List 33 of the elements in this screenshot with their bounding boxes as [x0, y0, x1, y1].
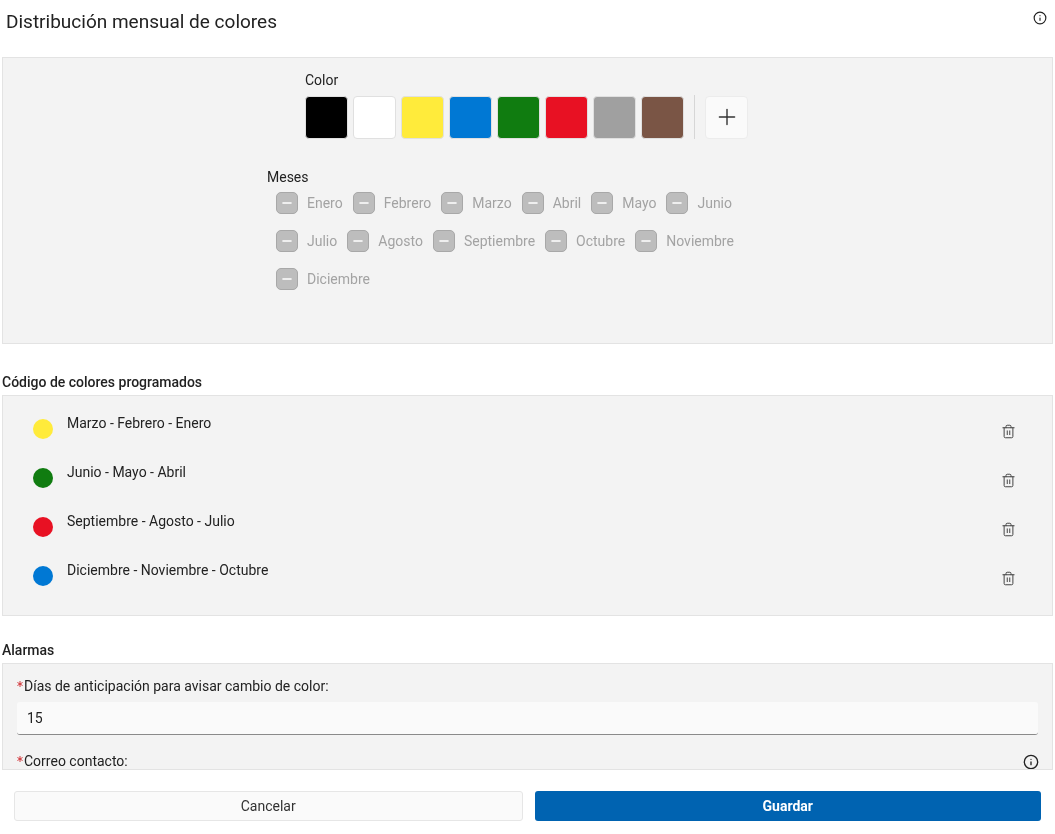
- days-input[interactable]: 15: [17, 702, 1038, 735]
- color-swatch[interactable]: [401, 95, 444, 139]
- color-swatch[interactable]: [497, 95, 540, 139]
- months-label: Meses: [267, 168, 310, 187]
- delete-button[interactable]: [1001, 522, 1016, 537]
- field-label: Días de anticipación para avisar cambio de color:: [24, 677, 329, 696]
- trash-icon: [1001, 473, 1016, 488]
- trash-icon: [1001, 571, 1016, 586]
- scheduled-months: Septiembre - Agosto - Julio: [67, 512, 235, 531]
- color-swatch[interactable]: [305, 95, 348, 139]
- color-label: Color: [305, 71, 340, 90]
- color-swatch[interactable]: [641, 95, 684, 139]
- delete-button[interactable]: [1001, 571, 1016, 586]
- color-swatch[interactable]: [593, 95, 636, 139]
- save-button[interactable]: Guardar: [534, 791, 1041, 821]
- scheduled-months: Junio - Mayo - Abril: [67, 463, 186, 482]
- section-title: Código de colores programados: [1, 373, 204, 392]
- delete-button[interactable]: [1001, 424, 1016, 439]
- color-swatch[interactable]: [545, 95, 588, 139]
- trash-icon: [1001, 522, 1016, 537]
- color-swatch[interactable]: [353, 95, 396, 139]
- page-title: Distribución mensual de colores: [6, 8, 277, 35]
- trash-icon: [1001, 424, 1016, 439]
- section-title: Alarmas: [1, 641, 56, 660]
- delete-button[interactable]: [1001, 473, 1016, 488]
- info-icon[interactable]: [1033, 11, 1047, 25]
- color-swatch[interactable]: [449, 95, 492, 139]
- scheduled-months: Diciembre - Noviembre - Octubre: [67, 561, 269, 580]
- add-color-button[interactable]: [705, 95, 748, 139]
- field-label: Correo contacto:: [24, 752, 128, 769]
- scheduled-months: Marzo - Febrero - Enero: [67, 414, 212, 433]
- cancel-button[interactable]: Cancelar: [14, 791, 523, 821]
- info-icon[interactable]: [1023, 753, 1039, 769]
